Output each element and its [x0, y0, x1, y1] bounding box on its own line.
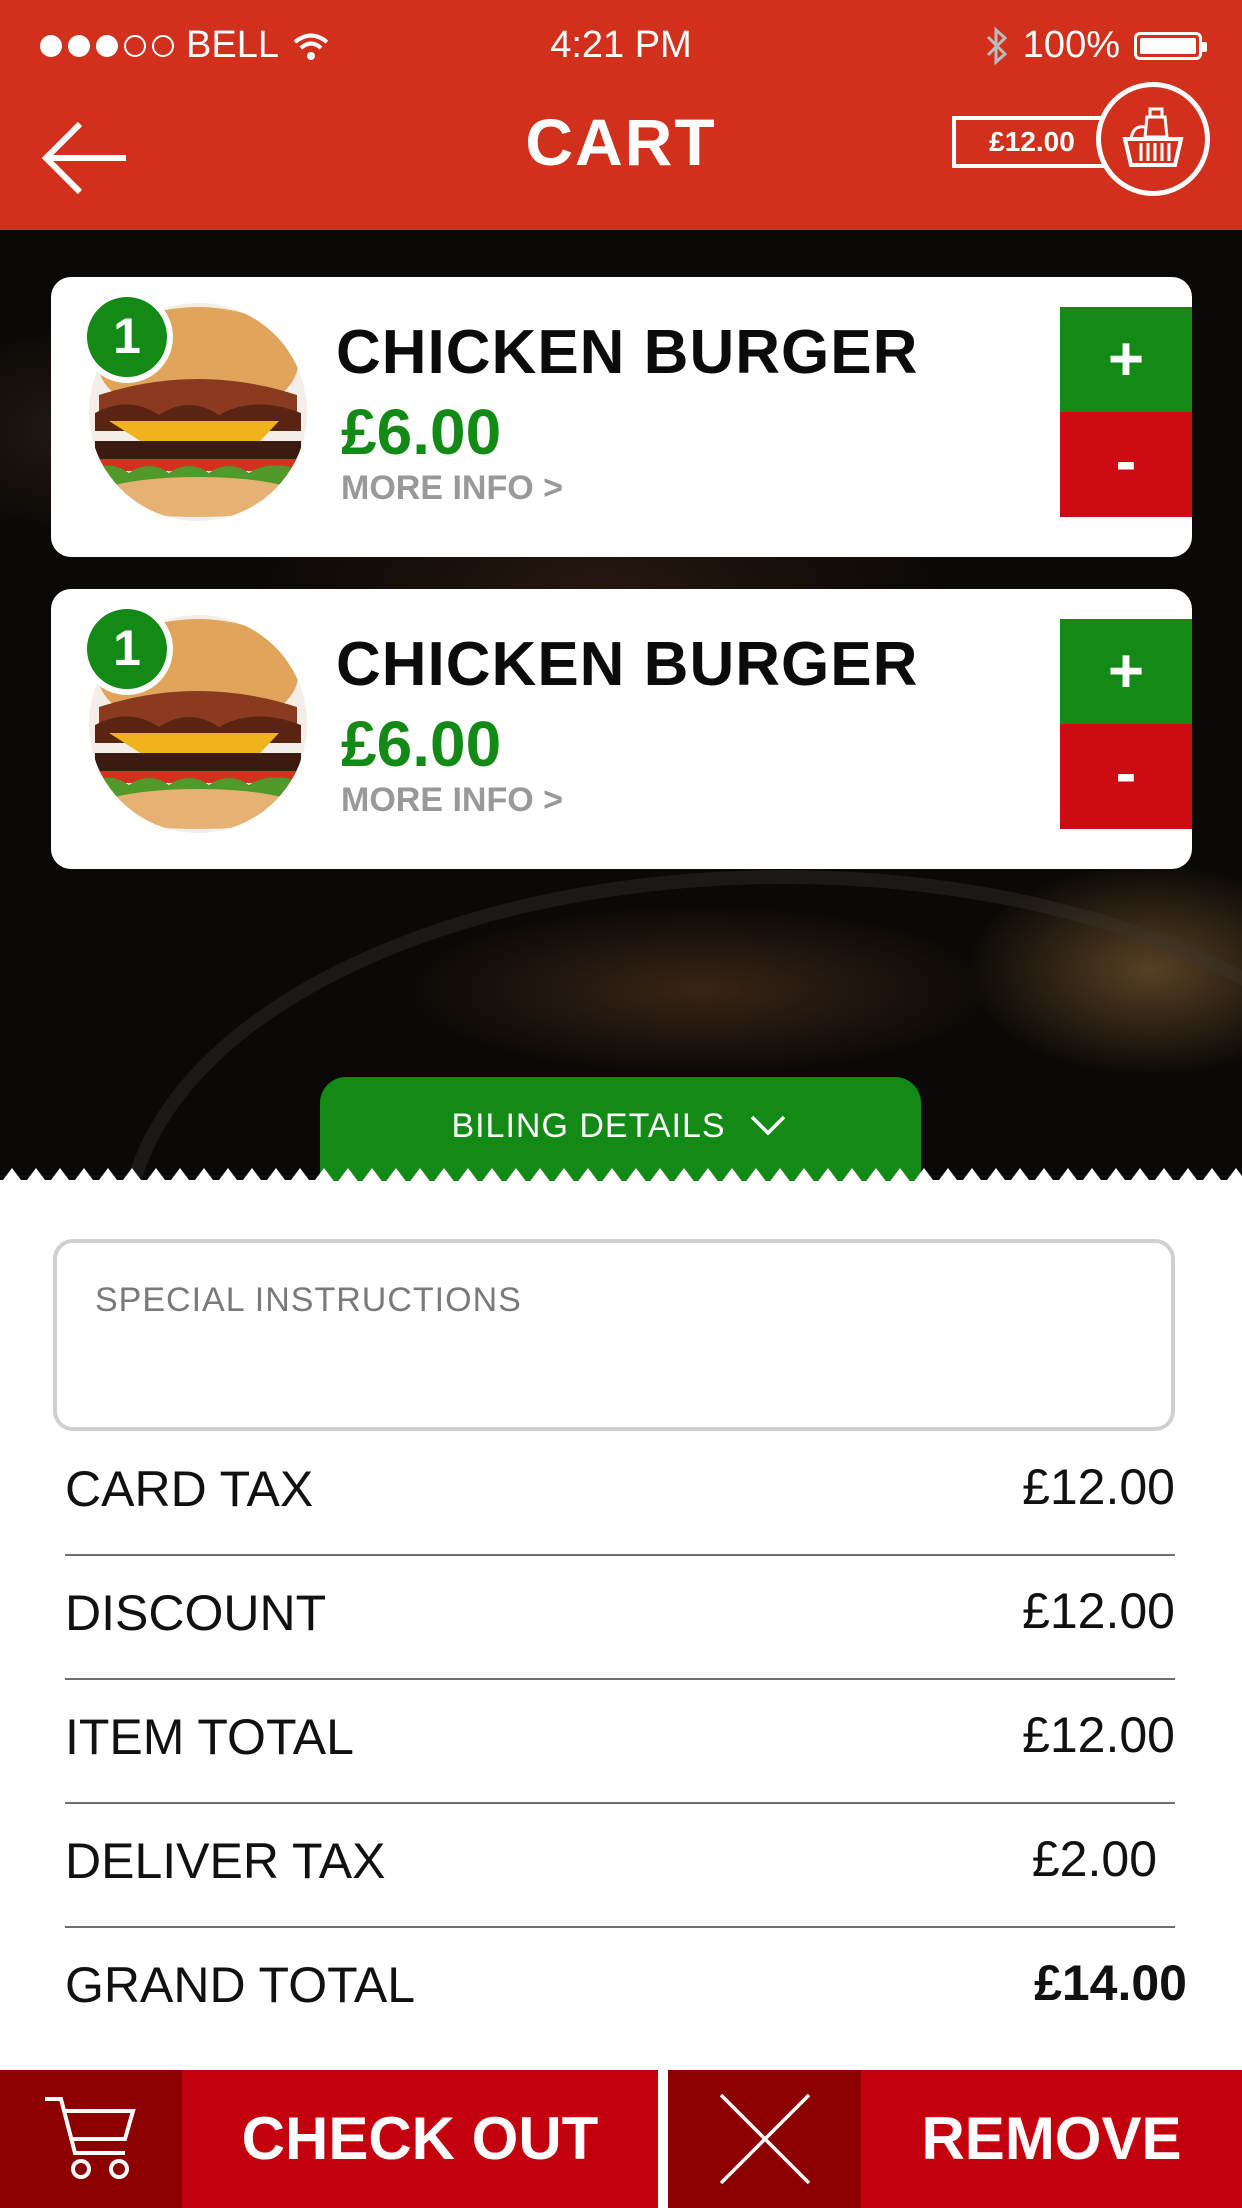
bill-row-item-total: ITEM TOTAL £12.00 — [65, 1680, 1175, 1804]
quantity-badge: 1 — [81, 603, 173, 695]
bill-row-grand-total: GRAND TOTAL £14.00 — [65, 1928, 1187, 2052]
bill-value: £12.00 — [1022, 1707, 1175, 1763]
bill-label: ITEM TOTAL — [65, 1709, 354, 1765]
bottom-action-bar: CHECK OUT REMOVE — [0, 2070, 1242, 2208]
bill-row-discount: DISCOUNT £12.00 — [65, 1556, 1175, 1680]
basket-icon — [1122, 107, 1184, 167]
status-bar: BELL 4:21 PM 100% — [0, 0, 1242, 90]
close-icon — [719, 2093, 810, 2185]
cart-item-card[interactable]: 1 CHICKEN BURGER £6.00 MORE INFO > + - — [51, 277, 1192, 557]
nav-bar: CART £12.00 — [0, 82, 1242, 230]
bill-label: DELIVER TAX — [65, 1833, 386, 1889]
bill-value: £12.00 — [1022, 1459, 1175, 1515]
remove-button[interactable]: REMOVE — [668, 2070, 1242, 2208]
zigzag-divider — [0, 1166, 1242, 1184]
increase-quantity-button[interactable]: + — [1060, 619, 1192, 724]
chevron-down-icon — [750, 1115, 785, 1136]
quantity-badge: 1 — [81, 291, 173, 383]
decrease-quantity-button[interactable]: - — [1060, 412, 1192, 517]
more-info-link[interactable]: MORE INFO > — [341, 781, 563, 820]
bill-label: CARD TAX — [65, 1461, 314, 1517]
checkout-label: CHECK OUT — [241, 2105, 599, 2172]
close-icon-box — [668, 2070, 861, 2208]
cart-icon-box — [0, 2070, 182, 2208]
item-name: CHICKEN BURGER — [336, 630, 919, 699]
bill-value: £12.00 — [1022, 1583, 1175, 1639]
bill-row-deliver-tax: DELIVER TAX £2.00 — [65, 1804, 1175, 1928]
decrease-quantity-button[interactable]: - — [1060, 724, 1192, 829]
item-name: CHICKEN BURGER — [336, 318, 919, 387]
bluetooth-icon — [986, 26, 1007, 65]
checkout-button[interactable]: CHECK OUT — [0, 2070, 658, 2208]
remove-label: REMOVE — [921, 2105, 1182, 2172]
special-instructions-field[interactable]: SPECIAL INSTRUCTIONS — [53, 1239, 1175, 1431]
bill-value: £2.00 — [1031, 1831, 1157, 1887]
more-info-link[interactable]: MORE INFO > — [341, 469, 563, 508]
item-price: £6.00 — [341, 396, 502, 468]
cart-item-card[interactable]: 1 CHICKEN BURGER £6.00 MORE INFO > + - — [51, 589, 1192, 869]
special-instructions-placeholder: SPECIAL INSTRUCTIONS — [95, 1281, 522, 1319]
basket-button[interactable] — [1096, 82, 1210, 196]
billing-details-label: BILING DETAILS — [451, 1107, 726, 1145]
battery-icon — [1134, 31, 1207, 60]
battery-fill — [1140, 37, 1196, 54]
battery-percent: 100% — [1022, 24, 1120, 66]
bill-label: GRAND TOTAL — [65, 1957, 416, 2013]
cart-total-badge[interactable]: £12.00 — [952, 116, 1112, 168]
bill-row-card-tax: CARD TAX £12.00 — [65, 1432, 1175, 1556]
item-price: £6.00 — [341, 708, 502, 780]
bill-label: DISCOUNT — [65, 1585, 327, 1641]
increase-quantity-button[interactable]: + — [1060, 307, 1192, 412]
cart-icon — [45, 2097, 136, 2179]
grand-total-value: £14.00 — [1034, 1955, 1187, 2011]
status-right: 100% — [985, 24, 1207, 67]
